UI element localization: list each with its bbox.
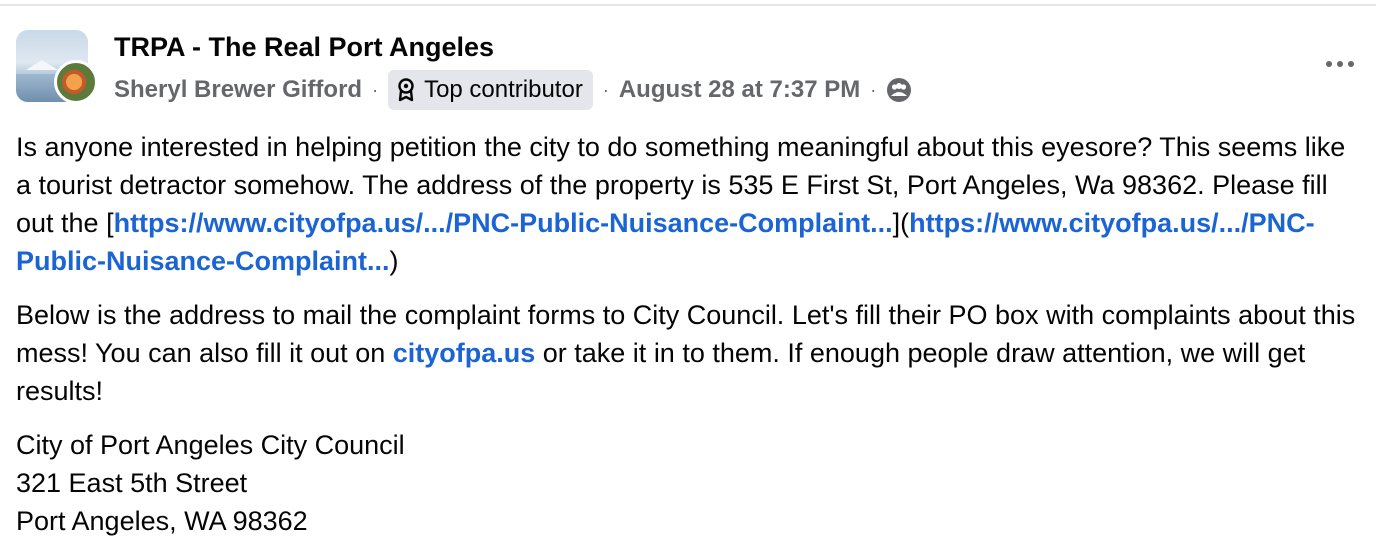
meta-separator: ·	[870, 79, 877, 100]
post-text: ](	[892, 208, 910, 238]
contributor-badge-icon	[398, 78, 414, 102]
complaint-form-link[interactable]: https://www.cityofpa.us/.../PNC-Public-N…	[114, 208, 893, 238]
more-dot	[1337, 61, 1343, 67]
more-dot	[1348, 61, 1354, 67]
post-timestamp-link[interactable]: August 28 at 7:37 PM	[619, 76, 860, 104]
top-divider	[0, 4, 1376, 6]
avatar-stack[interactable]	[16, 30, 98, 110]
mountain-shape	[26, 60, 58, 70]
badge-label: Top contributor	[424, 76, 583, 103]
address-line: City of Port Angeles City Council	[16, 430, 405, 460]
top-contributor-badge[interactable]: Top contributor	[388, 70, 593, 110]
post-text: )	[389, 246, 399, 276]
more-dot	[1326, 61, 1332, 67]
mailing-address: City of Port Angeles City Council 321 Ea…	[16, 426, 1366, 540]
post-paragraph: Is anyone interested in helping petition…	[16, 128, 1366, 280]
cityofpa-link[interactable]: cityofpa.us	[393, 338, 536, 368]
group-name-link[interactable]: TRPA - The Real Port Angeles	[114, 32, 494, 63]
user-avatar[interactable]	[54, 60, 98, 104]
address-line: 321 East 5th Street	[16, 468, 248, 498]
meta-separator: ·	[372, 79, 379, 100]
author-name-link[interactable]: Sheryl Brewer Gifford	[114, 76, 362, 104]
group-members-icon[interactable]	[886, 77, 912, 103]
address-line: Port Angeles, WA 98362	[16, 506, 308, 536]
post-header: TRPA - The Real Port Angeles Sheryl Brew…	[16, 30, 1360, 110]
post-paragraph: Below is the address to mail the complai…	[16, 296, 1366, 410]
post-meta: Sheryl Brewer Gifford · Top contributor …	[114, 70, 912, 110]
meta-separator: ·	[602, 79, 609, 100]
more-options-button[interactable]	[1320, 52, 1360, 76]
post-body: Is anyone interested in helping petition…	[16, 128, 1366, 556]
